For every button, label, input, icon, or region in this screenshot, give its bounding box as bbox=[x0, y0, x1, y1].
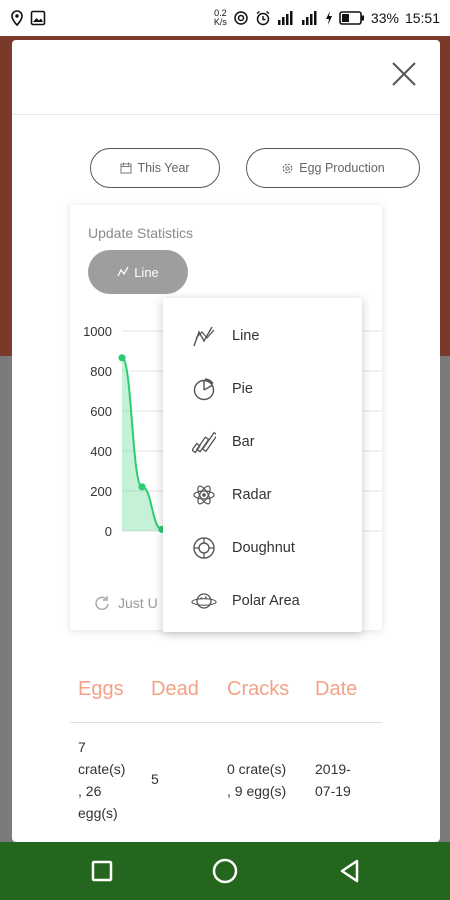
table-header: Eggs Dead Cracks Date bbox=[70, 676, 382, 723]
navigation-bar bbox=[0, 842, 450, 900]
calendar-icon bbox=[120, 162, 132, 174]
statistics-modal: This Year Egg Production 1000 800 600 400 20… bbox=[12, 40, 440, 842]
chart-type-button[interactable]: Line bbox=[88, 250, 188, 294]
line-chart-icon bbox=[117, 266, 129, 277]
metric-filter-button[interactable]: Egg Production bbox=[246, 148, 420, 188]
dropdown-item-polar-area[interactable]: Polar Area bbox=[163, 574, 362, 627]
updated-row: Just U bbox=[94, 595, 158, 611]
column-header-eggs: Eggs bbox=[78, 678, 124, 700]
cell-date: 2019- 07-19 bbox=[315, 758, 365, 802]
dropdown-item-label: Doughnut bbox=[232, 539, 295, 556]
location-icon bbox=[11, 10, 23, 26]
chart-title: Update Statistics bbox=[88, 225, 194, 241]
y-tick-label: 0 bbox=[105, 524, 112, 539]
period-filter-button[interactable]: This Year bbox=[90, 148, 220, 188]
cell-line: 2019- bbox=[315, 761, 351, 777]
cell-dead: 5 bbox=[151, 771, 159, 787]
chart-type-label: Line bbox=[134, 264, 159, 280]
y-tick-label: 1000 bbox=[83, 324, 112, 339]
line-chart-icon bbox=[191, 323, 217, 349]
cell-line: crate(s) bbox=[78, 761, 126, 777]
dropdown-item-label: Bar bbox=[232, 433, 255, 450]
cell-eggs: 7 crate(s) , 26 egg(s) bbox=[78, 736, 138, 824]
signal-icon bbox=[277, 11, 293, 25]
signal-2-icon bbox=[301, 11, 317, 25]
cell-line: , 26 bbox=[78, 783, 102, 799]
column-header-date: Date bbox=[315, 678, 358, 700]
pie-chart-icon bbox=[191, 376, 217, 402]
cell-line: 07-19 bbox=[315, 783, 351, 799]
hotspot-icon bbox=[234, 11, 248, 25]
cell-line: egg(s) bbox=[78, 805, 118, 821]
close-button[interactable] bbox=[390, 60, 418, 88]
bar-chart-icon bbox=[191, 429, 217, 455]
dropdown-item-radar[interactable]: Radar bbox=[163, 468, 362, 521]
dropdown-item-label: Line bbox=[232, 327, 260, 344]
dropdown-item-label: Polar Area bbox=[232, 592, 300, 609]
cell-cracks: 0 crate(s) , 9 egg(s) bbox=[227, 758, 307, 802]
close-icon bbox=[392, 62, 416, 86]
modal-header bbox=[12, 40, 440, 115]
dropdown-item-doughnut[interactable]: Doughnut bbox=[163, 521, 362, 574]
alarm-icon bbox=[256, 10, 270, 26]
table-row[interactable]: 7 crate(s) , 26 egg(s) 5 0 crate(s) , 9 … bbox=[70, 734, 382, 842]
cell-line: 0 crate(s) bbox=[227, 761, 287, 777]
chart-type-dropdown: Line Pie Bar Radar Doughnut Polar Area bbox=[163, 298, 362, 632]
data-point bbox=[138, 483, 146, 491]
image-icon bbox=[30, 10, 46, 26]
updated-text: Just U bbox=[118, 595, 158, 611]
y-tick-label: 400 bbox=[90, 444, 112, 459]
dropdown-item-bar[interactable]: Bar bbox=[163, 415, 362, 468]
y-tick-label: 600 bbox=[90, 404, 112, 419]
column-header-dead: Dead bbox=[151, 678, 199, 700]
battery-percent: 33% bbox=[370, 10, 399, 26]
triangle-back-icon bbox=[340, 859, 359, 883]
status-bar: 0.2 K/s 33% 15:51 bbox=[0, 0, 450, 36]
square-icon bbox=[91, 860, 113, 882]
dropdown-item-label: Radar bbox=[232, 486, 272, 503]
clock: 15:51 bbox=[404, 10, 440, 26]
dropdown-item-line[interactable]: Line bbox=[163, 309, 362, 362]
charging-icon bbox=[325, 11, 332, 25]
metric-filter-label: Egg Production bbox=[299, 161, 385, 175]
radar-icon bbox=[191, 482, 217, 508]
dropdown-item-pie[interactable]: Pie bbox=[163, 362, 362, 415]
column-header-cracks: Cracks bbox=[227, 678, 290, 700]
home-button[interactable] bbox=[210, 856, 240, 886]
refresh-icon bbox=[95, 596, 109, 611]
back-button[interactable] bbox=[335, 856, 365, 886]
recent-apps-button[interactable] bbox=[87, 856, 117, 886]
doughnut-icon bbox=[191, 535, 217, 561]
network-speed-unit: K/s bbox=[213, 17, 227, 27]
data-point bbox=[118, 354, 126, 362]
network-speed: 0.2 K/s bbox=[214, 9, 227, 27]
polar-area-icon bbox=[191, 588, 217, 614]
y-tick-label: 200 bbox=[90, 484, 112, 499]
y-tick-label: 800 bbox=[90, 364, 112, 379]
cell-line: , 9 egg(s) bbox=[227, 783, 287, 799]
battery-icon bbox=[339, 11, 364, 25]
dropdown-item-label: Pie bbox=[232, 380, 253, 397]
gear-icon bbox=[282, 163, 293, 173]
circle-icon bbox=[212, 858, 238, 884]
period-filter-label: This Year bbox=[137, 161, 190, 175]
cell-line: 7 bbox=[78, 739, 86, 755]
